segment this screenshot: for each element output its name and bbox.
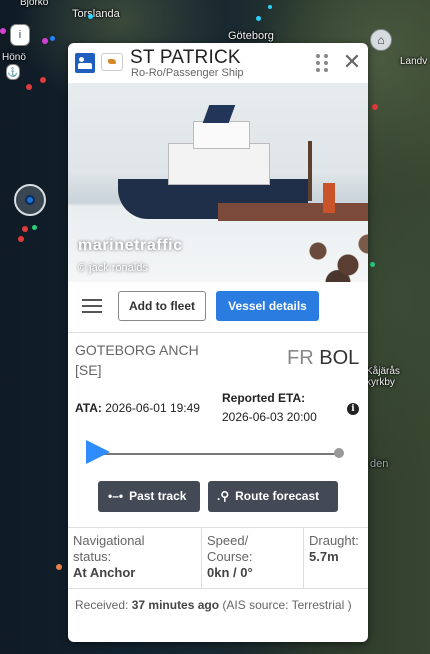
speed-label-1: Speed/ xyxy=(207,533,249,548)
received-info: Received: 37 minutes ago (AIS source: Te… xyxy=(75,596,361,615)
action-bar: Add to fleet Vessel details xyxy=(68,282,368,333)
draught-label: Draught: xyxy=(309,533,359,548)
track-icon: •–• xyxy=(108,489,124,503)
nav-status-cell: Navigational status: At Anchor xyxy=(68,528,202,588)
map-label-den: den xyxy=(370,458,389,470)
photo-watermark: marinetraffic xyxy=(78,237,183,254)
status-grid: Navigational status: At Anchor Speed/ Co… xyxy=(68,527,368,589)
map-vessel-dot[interactable] xyxy=(32,225,37,230)
info-icon[interactable]: i xyxy=(347,403,359,415)
route-forecast-label: Route forecast xyxy=(235,489,320,503)
map-vessel-dot[interactable] xyxy=(18,236,24,242)
map-vessel-dot[interactable] xyxy=(370,262,375,267)
received-source: (AIS source: Terrestrial ) xyxy=(222,598,352,612)
nav-status-label-1: Navigational xyxy=(73,533,145,548)
past-track-button[interactable]: •–• Past track xyxy=(98,481,200,512)
map-vessel-dot[interactable] xyxy=(88,14,93,19)
destination-point-icon xyxy=(334,448,344,458)
map-vessel-dot[interactable] xyxy=(56,564,62,570)
draught-value: 5.7m xyxy=(309,549,339,564)
vessel-position-arrow-icon xyxy=(86,440,110,464)
speed-label-2: Course: xyxy=(207,549,253,564)
vessel-details-button[interactable]: Vessel details xyxy=(216,291,319,321)
destination-name: GOTEBORG ANCH xyxy=(75,342,199,358)
add-to-fleet-button[interactable]: Add to fleet xyxy=(118,291,206,321)
map-vessel-dot[interactable] xyxy=(42,38,48,44)
vessel-photo[interactable]: marinetraffic © jack ronalds xyxy=(68,83,368,282)
draught-cell: Draught: 5.7m xyxy=(304,528,368,588)
vessel-type-icon xyxy=(75,53,95,73)
map-vessel-dot[interactable] xyxy=(50,36,55,41)
map-label-jaras: Kåjärås kyrkby xyxy=(366,366,400,388)
destination: GOTEBORG ANCH [SE] xyxy=(75,340,199,380)
vessel-name[interactable]: ST PATRICK xyxy=(130,47,241,69)
eta-label: Reported ETA: xyxy=(222,391,306,405)
speed-course-cell: Speed/ Course: 0kn / 0° xyxy=(202,528,304,588)
voyage-progress-track xyxy=(100,453,340,455)
nav-status-value: At Anchor xyxy=(73,565,136,580)
flag-icon xyxy=(101,53,123,71)
menu-icon[interactable] xyxy=(82,298,102,314)
map-label-bjorko: Björkö xyxy=(20,0,49,8)
destination-code-prefix: FR xyxy=(287,347,314,369)
map-label-landvetter: Landv xyxy=(400,56,428,67)
ata-label: ATA: xyxy=(75,401,102,415)
speed-course-value: 0kn / 0° xyxy=(207,565,253,580)
map-vessel-dot[interactable] xyxy=(0,28,6,34)
photo-credit: © jack ronalds xyxy=(78,262,148,274)
ata-value: 2026-06-01 19:49 xyxy=(105,401,200,415)
vessel-type: Ro-Ro/Passenger Ship xyxy=(131,67,244,79)
destination-code: FR BOL xyxy=(287,347,359,370)
map-vessel-dot[interactable] xyxy=(40,77,46,83)
ata: ATA: 2026-06-01 19:49 xyxy=(75,401,200,415)
nav-status-label-2: status: xyxy=(73,549,112,564)
map-vessel-dot[interactable] xyxy=(268,5,272,9)
map-vessel-dot[interactable] xyxy=(22,226,28,232)
map-vessel-dot[interactable] xyxy=(26,84,32,90)
past-track-label: Past track xyxy=(129,489,187,503)
map-label-torslanda: Torslanda xyxy=(72,8,120,20)
map-marker-pin[interactable]: i xyxy=(10,24,30,46)
close-icon[interactable]: ✕ xyxy=(342,51,362,73)
eta-value: 2026-06-03 20:00 xyxy=(222,410,317,424)
route-pin-icon: .⚲ xyxy=(217,489,230,503)
map-marker-pin[interactable]: ⚓ xyxy=(6,64,20,80)
destination-code-value: BOL xyxy=(319,347,360,369)
map-label-goteborg: Göteborg xyxy=(228,30,274,42)
map-vessel-dot[interactable] xyxy=(372,104,378,110)
map-vessel-dot[interactable] xyxy=(256,16,261,21)
received-value: 37 minutes ago xyxy=(131,598,220,612)
route-forecast-button[interactable]: .⚲ Route forecast xyxy=(208,481,338,512)
selected-vessel-marker[interactable] xyxy=(14,184,46,216)
popup-header: ST PATRICK Ro-Ro/Passenger Ship ✕ xyxy=(68,43,368,83)
map-poi-icon[interactable]: ⌂ xyxy=(370,29,392,51)
destination-country: [SE] xyxy=(75,362,102,378)
vessel-popup: ST PATRICK Ro-Ro/Passenger Ship ✕ marine… xyxy=(68,43,368,642)
received-label: Received: xyxy=(75,598,129,612)
map-label-hono: Hönö xyxy=(2,52,26,63)
drag-handle-icon[interactable] xyxy=(316,54,330,72)
